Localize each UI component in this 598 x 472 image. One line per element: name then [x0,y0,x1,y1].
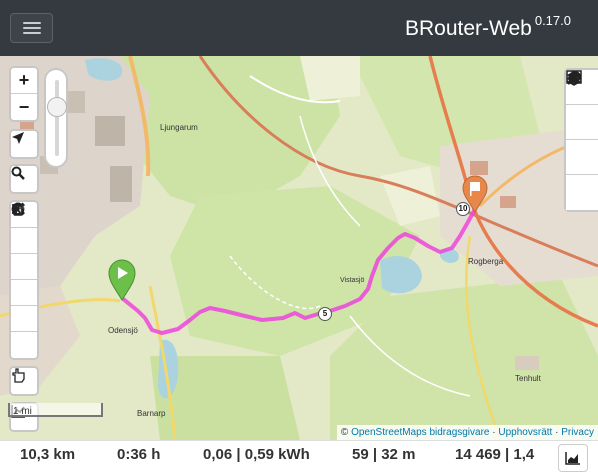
settings-tab[interactable] [566,70,598,140]
stats-tab[interactable] [566,71,598,210]
zoom-in-button[interactable]: + [11,68,37,94]
navigation-arrow-icon [12,132,24,144]
zoom-slider-knob[interactable] [47,97,67,117]
privacy-link[interactable]: Privacy [561,427,594,438]
pie-chart-icon [568,71,581,84]
stat-ascend: 59 | 32 m [352,446,416,463]
elevation-chart-button[interactable] [558,444,588,472]
data-table-tab[interactable] [566,70,598,175]
stat-time: 0:36 h [117,446,161,463]
zoom-control: + − [9,66,39,122]
locate-control [9,129,39,159]
attribution-separator: · [552,427,562,438]
attribution-copyright: © [340,427,349,438]
hint-button[interactable] [11,368,37,394]
start-marker-icon[interactable] [108,259,136,301]
stat-distance: 10,3 km [20,446,76,463]
map-attribution: © OpenStreetMaps bidragsgivare · Upphovs… [336,425,598,440]
place-label-tenhult: Tenhult [515,374,541,383]
beeline-button[interactable] [11,204,37,332]
app-name: BRouter-Web [405,17,532,40]
area-chart-icon [565,452,580,465]
place-label-barnarp: Barnarp [137,409,166,418]
right-sidebar-tabs [564,68,598,212]
place-label-ljungarum: Ljungarum [160,123,198,132]
route-stats-bar: 10,3 km 0:36 h 0,06 | 0,59 kWh 59 | 32 m… [0,440,598,472]
place-label-vistasjo: Vistasjö [340,277,365,284]
circle-button[interactable] [11,203,37,306]
draw-toolbar [9,200,39,360]
stat-cost: 14 469 | 1,4 [455,446,535,463]
hint-control [9,366,39,396]
magnifier-icon [11,166,25,180]
osm-contributors-link[interactable]: OpenStreetMaps bidragsgivare [351,427,489,438]
app-title[interactable]: BRouter-Web 0.17.0 [405,13,571,41]
trash-icon [13,202,23,216]
hand-pointer-icon [12,368,25,383]
stat-energy: 0,06 | 0,59 kWh [203,446,310,463]
search-control [9,164,39,194]
search-button[interactable] [11,166,37,192]
app-version: 0.17.0 [534,13,571,28]
delete-route-button[interactable] [11,202,37,358]
menu-toggle-button[interactable] [10,13,53,43]
place-label-rogberga: Rogberga [468,257,504,266]
map-tiles [0,56,598,440]
scale-bar: 1 mi [8,403,103,417]
waypoint-km-10[interactable]: 10 [456,202,470,216]
map-canvas[interactable]: Ljungarum Odensjö Rogberga Tenhult Barna… [0,56,598,440]
zoom-slider[interactable] [44,68,68,168]
waypoint-km-5[interactable]: 5 [318,307,332,321]
zoom-slider-track [55,80,59,156]
locate-button[interactable] [11,131,37,157]
copyright-link[interactable]: Upphovsrätt [498,427,552,438]
navbar: BRouter-Web 0.17.0 [0,0,598,56]
reverse-route-button[interactable] [11,202,37,254]
no-go-area-button[interactable] [11,202,37,280]
place-label-odensjo: Odensjö [108,326,138,335]
zoom-out-button[interactable]: − [11,94,37,120]
